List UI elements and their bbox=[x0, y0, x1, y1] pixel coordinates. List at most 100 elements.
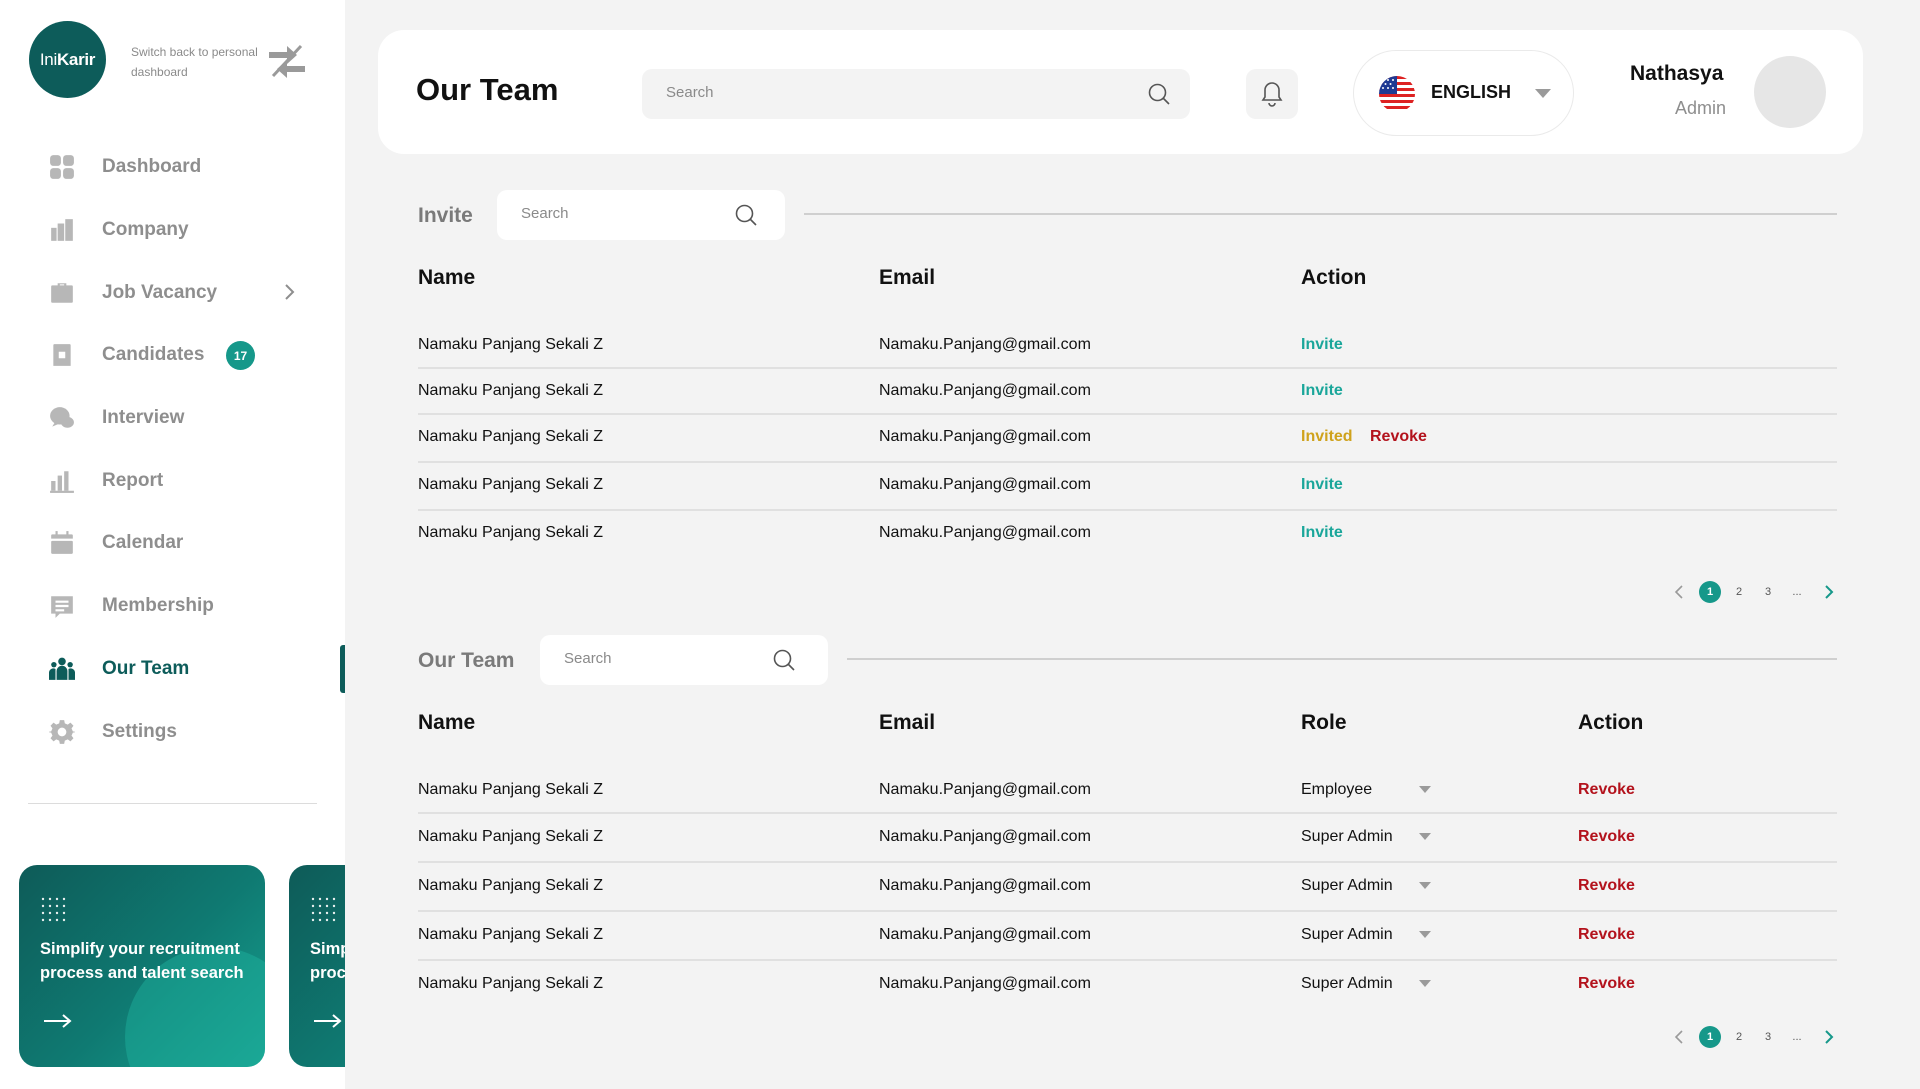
team-search-input[interactable] bbox=[564, 650, 764, 667]
avatar[interactable] bbox=[1754, 56, 1826, 128]
sidebar-item-membership[interactable]: Membership bbox=[0, 575, 345, 638]
chevron-down-icon bbox=[1419, 833, 1431, 840]
sidebar: Ini Karir Switch back to personal dashboa… bbox=[0, 0, 345, 1089]
candidates-count-badge: 17 bbox=[226, 341, 255, 371]
search-icon[interactable] bbox=[1147, 82, 1171, 106]
user-name: Nathasya bbox=[1630, 62, 1724, 85]
chevron-right-icon[interactable] bbox=[282, 283, 296, 301]
page-3-button[interactable]: 3 bbox=[1757, 1026, 1779, 1048]
switch-dashboard-link[interactable]: Switch back to personal dashboard bbox=[131, 42, 271, 82]
search-icon[interactable] bbox=[734, 203, 758, 227]
member-email: Namaku.Panjang@gmail.com bbox=[879, 382, 1091, 399]
sidebar-item-settings[interactable]: Settings bbox=[0, 700, 345, 763]
revoke-button[interactable]: Revoke bbox=[1578, 877, 1635, 895]
sidebar-item-report[interactable]: Report bbox=[0, 449, 345, 512]
gear-icon bbox=[48, 718, 76, 746]
sidebar-item-interview[interactable]: Interview bbox=[0, 387, 345, 450]
chat-icon bbox=[48, 404, 76, 432]
member-email: Namaku.Panjang@gmail.com bbox=[879, 476, 1091, 493]
page-title: Our Team bbox=[416, 72, 559, 107]
promo-card-next[interactable]: Simplify your recruitment process and ta… bbox=[289, 865, 345, 1067]
search-icon[interactable] bbox=[772, 648, 796, 672]
table-row: Namaku Panjang Sekali Z Namaku.Panjang@g… bbox=[418, 369, 1837, 415]
role-value: Employee bbox=[1301, 781, 1373, 798]
revoke-button[interactable]: Revoke bbox=[1578, 781, 1635, 799]
promo-card[interactable]: Simplify your recruitment process and ta… bbox=[19, 865, 265, 1067]
member-name: Namaku Panjang Sekali Z bbox=[418, 877, 603, 894]
revoke-button[interactable]: Revoke bbox=[1578, 975, 1635, 993]
team-section-title: Our Team bbox=[418, 649, 515, 672]
role-select[interactable]: Employee bbox=[1301, 781, 1431, 799]
revoke-button[interactable]: Revoke bbox=[1578, 926, 1635, 944]
company-icon bbox=[48, 216, 76, 244]
sidebar-divider bbox=[28, 803, 317, 804]
sidebar-item-label: Interview bbox=[102, 407, 185, 429]
sidebar-item-label: Our Team bbox=[102, 657, 190, 679]
invite-search-input[interactable] bbox=[521, 205, 721, 222]
sidebar-item-label: Candidates bbox=[102, 344, 205, 366]
column-header-email: Email bbox=[879, 711, 936, 734]
member-name: Namaku Panjang Sekali Z bbox=[418, 828, 603, 845]
sidebar-item-calendar[interactable]: Calendar bbox=[0, 512, 345, 575]
team-pagination: 1 2 3 ... bbox=[1674, 1026, 1839, 1050]
sidebar-item-job-vacancy[interactable]: Job Vacancy bbox=[0, 261, 345, 324]
role-select[interactable]: Super Admin bbox=[1301, 877, 1431, 895]
page-1-button[interactable]: 1 bbox=[1699, 581, 1721, 603]
notification-button[interactable] bbox=[1246, 69, 1298, 119]
role-value: Super Admin bbox=[1301, 926, 1393, 943]
member-email: Namaku.Panjang@gmail.com bbox=[879, 428, 1091, 445]
arrow-right-icon[interactable] bbox=[44, 1013, 72, 1029]
sidebar-item-dashboard[interactable]: Dashboard bbox=[0, 136, 345, 199]
top-header: Our Team ENGLISH Nathasya Admin bbox=[378, 30, 1863, 154]
chevron-right-icon[interactable] bbox=[1824, 585, 1834, 599]
column-header-action: Action bbox=[1578, 711, 1644, 734]
sidebar-item-label: Job Vacancy bbox=[102, 281, 218, 303]
revoke-button[interactable]: Revoke bbox=[1578, 828, 1635, 846]
role-value: Super Admin bbox=[1301, 828, 1393, 845]
sidebar-item-label: Company bbox=[102, 219, 189, 241]
arrow-right-icon[interactable] bbox=[314, 1013, 342, 1029]
dashboard-icon bbox=[48, 153, 76, 181]
app-logo[interactable]: Ini Karir bbox=[29, 21, 106, 98]
invite-button[interactable]: Invite bbox=[1301, 336, 1343, 354]
member-name: Namaku Panjang Sekali Z bbox=[418, 336, 603, 353]
page-2-button[interactable]: 2 bbox=[1728, 1026, 1750, 1048]
column-header-name: Name bbox=[418, 266, 476, 289]
sidebar-item-label: Report bbox=[102, 469, 164, 491]
invite-search[interactable] bbox=[497, 190, 785, 240]
invite-pagination: 1 2 3 ... bbox=[1674, 581, 1839, 605]
role-select[interactable]: Super Admin bbox=[1301, 828, 1431, 846]
language-label: ENGLISH bbox=[1431, 82, 1512, 102]
header-search[interactable] bbox=[642, 69, 1190, 119]
sidebar-item-our-team[interactable]: Our Team bbox=[0, 638, 345, 701]
sidebar-item-label: Calendar bbox=[102, 532, 184, 554]
switch-arrows-icon[interactable] bbox=[267, 42, 307, 80]
logo-light-text: Ini bbox=[39, 49, 57, 69]
invite-button[interactable]: Invite bbox=[1301, 382, 1343, 400]
column-header-action: Action bbox=[1301, 266, 1367, 289]
role-select[interactable]: Super Admin bbox=[1301, 926, 1431, 944]
invite-button[interactable]: Invite bbox=[1301, 524, 1343, 542]
sidebar-item-candidates[interactable]: Candidates 17 bbox=[0, 324, 345, 387]
sidebar-item-company[interactable]: Company bbox=[0, 199, 345, 262]
logo-bold-text: Karir bbox=[56, 49, 96, 69]
chevron-right-icon[interactable] bbox=[1824, 1030, 1834, 1044]
member-name: Namaku Panjang Sekali Z bbox=[418, 428, 603, 445]
member-name: Namaku Panjang Sekali Z bbox=[418, 524, 603, 541]
page-2-button[interactable]: 2 bbox=[1728, 581, 1750, 603]
role-select[interactable]: Super Admin bbox=[1301, 975, 1431, 993]
page-3-button[interactable]: 3 bbox=[1757, 581, 1779, 603]
language-selector[interactable]: ENGLISH bbox=[1353, 50, 1574, 136]
chevron-left-icon[interactable] bbox=[1674, 1030, 1684, 1044]
user-role: Admin bbox=[1675, 98, 1727, 118]
team-search[interactable] bbox=[540, 635, 828, 685]
invite-button[interactable]: Invite bbox=[1301, 476, 1343, 494]
column-header-name: Name bbox=[418, 711, 476, 734]
member-name: Namaku Panjang Sekali Z bbox=[418, 975, 603, 992]
header-search-input[interactable] bbox=[666, 84, 1106, 101]
table-row: Namaku Panjang Sekali Z Namaku.Panjang@g… bbox=[418, 323, 1837, 369]
chevron-left-icon[interactable] bbox=[1674, 585, 1684, 599]
page-1-button[interactable]: 1 bbox=[1699, 1026, 1721, 1048]
page-ellipsis: ... bbox=[1792, 586, 1802, 598]
revoke-button[interactable]: Revoke bbox=[1370, 428, 1427, 446]
